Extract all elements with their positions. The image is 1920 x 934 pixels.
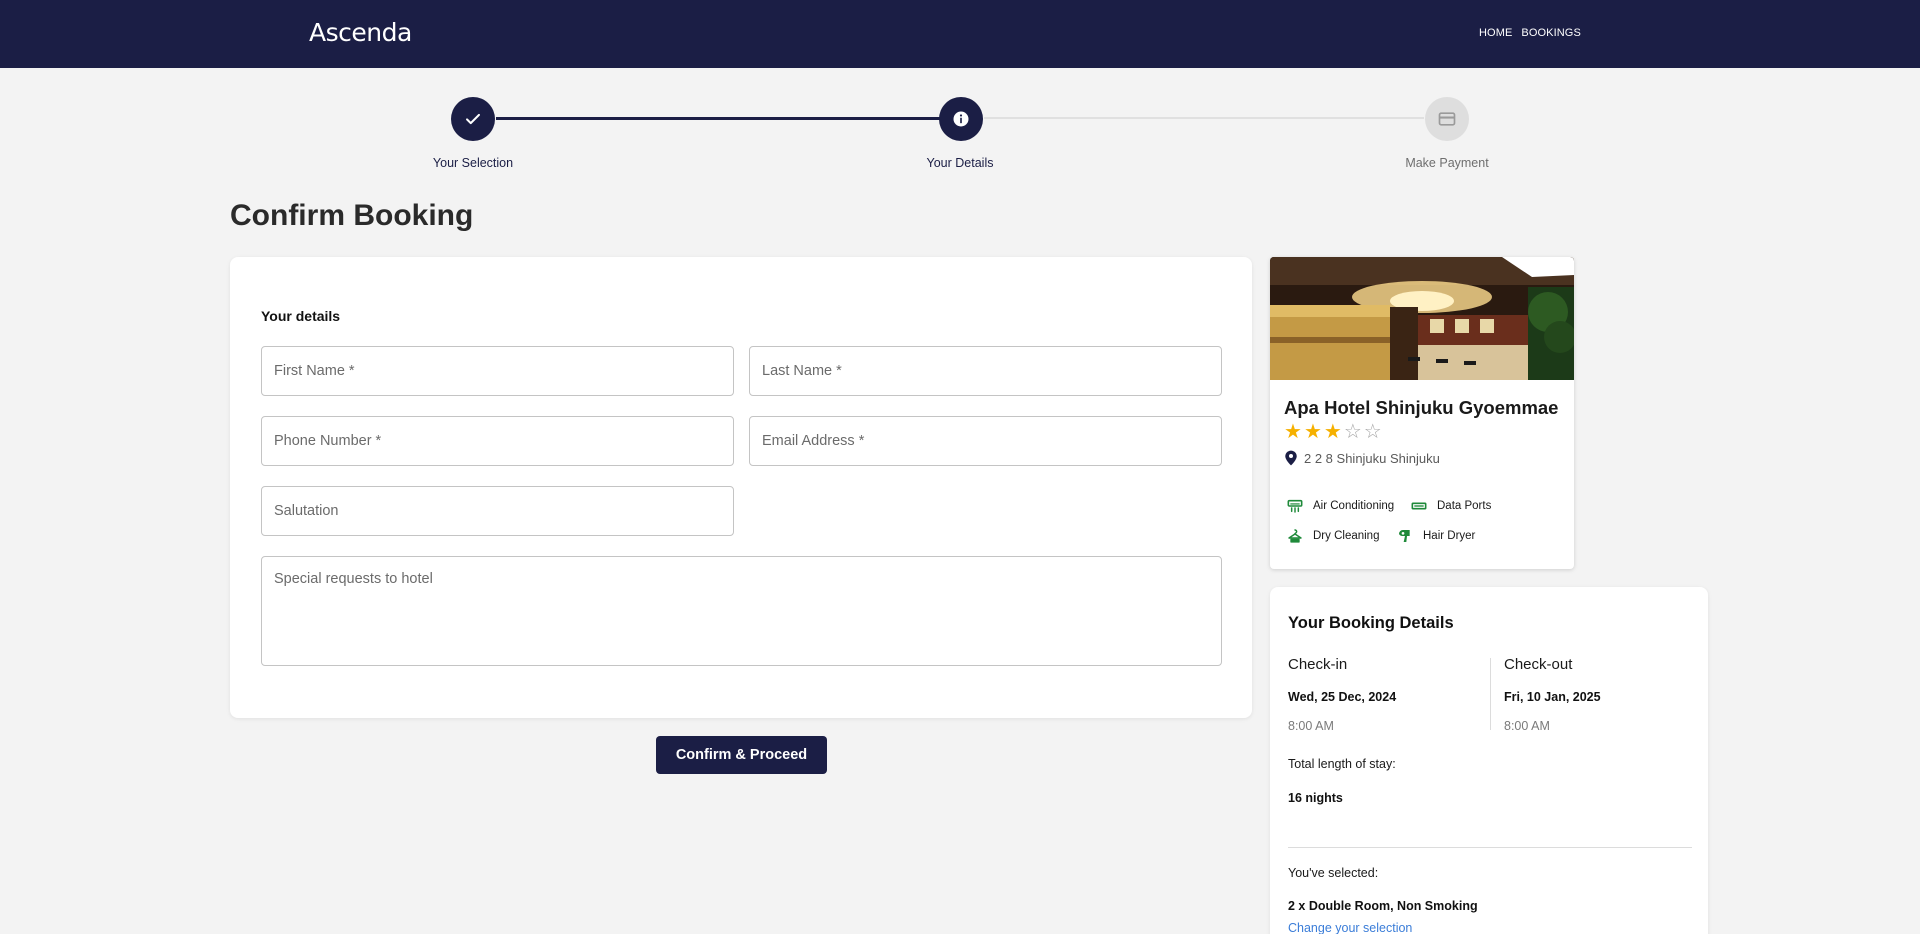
- stepper-remaining-line: [984, 117, 1424, 119]
- amenity-label: Data Ports: [1437, 500, 1492, 512]
- checkin-checkout-divider: [1490, 658, 1491, 730]
- star-empty-icon: ☆: [1363, 421, 1382, 443]
- logo[interactable]: Ascenda: [309, 18, 412, 47]
- card-icon: [1438, 112, 1456, 126]
- amenity-dry-cleaning: Dry Cleaning: [1287, 528, 1379, 544]
- hotel-lobby-image: [1270, 257, 1574, 380]
- checkin-date: Wed, 25 Dec, 2024: [1288, 690, 1397, 704]
- step-selection-label: Your Selection: [432, 156, 514, 170]
- guest-details-form: Your details: [230, 257, 1252, 718]
- selected-label: You've selected:: [1288, 866, 1379, 880]
- hotel-name: Apa Hotel Shinjuku Gyoemmae: [1284, 397, 1559, 418]
- salutation-field: [261, 486, 734, 536]
- step-payment-circle: [1425, 97, 1469, 141]
- page-title: Confirm Booking: [230, 199, 474, 232]
- star-filled-icon: ★: [1284, 421, 1302, 443]
- hotel-address-text: 2 2 8 Shinjuku Shinjuku: [1304, 450, 1440, 466]
- amenity-label: Air Conditioning: [1313, 500, 1395, 512]
- booking-details-title: Your Booking Details: [1288, 614, 1454, 632]
- nav-home-link[interactable]: HOME: [1479, 27, 1512, 39]
- email-input[interactable]: [750, 417, 1221, 465]
- email-field: [749, 416, 1222, 466]
- star-filled-icon: ★: [1303, 421, 1322, 443]
- amenity-label: Dry Cleaning: [1313, 530, 1380, 542]
- special-requests-field: [261, 556, 1222, 666]
- hotel-address: 2 2 8 Shinjuku Shinjuku: [1284, 450, 1440, 466]
- step-details-label: Your Details: [926, 156, 994, 170]
- special-requests-textarea[interactable]: [262, 557, 1221, 665]
- data-ports-icon: [1411, 502, 1427, 510]
- star-empty-icon: ☆: [1343, 421, 1362, 443]
- last-name-input[interactable]: [750, 347, 1221, 395]
- amenity-hair-dryer: Hair Dryer: [1397, 528, 1475, 544]
- nav-bookings-link[interactable]: BOOKINGS: [1521, 27, 1580, 39]
- main-nav: HOME BOOKINGS: [1479, 27, 1581, 39]
- first-name-input[interactable]: [262, 347, 733, 395]
- hotel-photo: [1270, 257, 1574, 380]
- stay-length-label: Total length of stay:: [1288, 757, 1396, 771]
- top-navbar: Ascenda HOME BOOKINGS: [0, 0, 1920, 68]
- checkout-date: Fri, 10 Jan, 2025: [1504, 690, 1601, 704]
- amenity-air-conditioning: Air Conditioning: [1287, 498, 1394, 514]
- phone-field: [261, 416, 734, 466]
- step-details-circle: [939, 97, 983, 141]
- booking-details-card: Your Booking Details Check-in Wed, 25 De…: [1270, 587, 1708, 934]
- change-selection-link[interactable]: Change your selection: [1288, 921, 1412, 934]
- star-filled-icon: ★: [1323, 421, 1342, 443]
- stepper-progress-line: [496, 117, 940, 120]
- dry-cleaning-icon: [1288, 529, 1302, 543]
- hair-dryer-icon: [1399, 530, 1410, 542]
- info-icon: [953, 111, 969, 127]
- step-payment-label: Make Payment: [1405, 156, 1489, 170]
- hotel-summary-card: Apa Hotel Shinjuku Gyoemmae ★ ★ ★ ☆ ☆ 2 …: [1270, 257, 1574, 569]
- first-name-field: [261, 346, 734, 396]
- selected-room: 2 x Double Room, Non Smoking: [1288, 899, 1478, 913]
- form-section-title: Your details: [261, 308, 341, 324]
- air-conditioning-icon: [1287, 499, 1303, 513]
- location-pin-icon: [1285, 450, 1297, 466]
- check-icon: [466, 113, 480, 125]
- step-selection-circle: [451, 97, 495, 141]
- checkin-label: Check-in: [1288, 656, 1348, 673]
- amenity-label: Hair Dryer: [1423, 530, 1476, 542]
- amenity-data-ports: Data Ports: [1411, 498, 1491, 514]
- checkout-label: Check-out: [1504, 656, 1573, 673]
- details-divider: [1288, 847, 1692, 848]
- hotel-star-rating: ★ ★ ★ ☆ ☆: [1284, 422, 1382, 442]
- stay-length-value: 16 nights: [1288, 791, 1343, 805]
- salutation-input[interactable]: [262, 487, 733, 535]
- last-name-field: [749, 346, 1222, 396]
- confirm-proceed-button[interactable]: Confirm & Proceed: [656, 736, 827, 774]
- checkin-time: 8:00 AM: [1288, 719, 1334, 733]
- checkout-time: 8:00 AM: [1504, 719, 1550, 733]
- phone-input[interactable]: [262, 417, 733, 465]
